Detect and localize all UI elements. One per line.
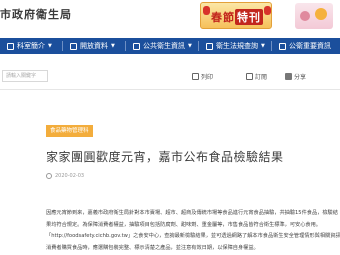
article-body: 因應元宵節到來，嘉義市政府衛生局針對本市賣場、超市、超商及傳統市場等食品進行元宵… <box>46 208 340 255</box>
publish-date: 2020-02-03 <box>46 173 84 179</box>
share-label: 分享 <box>294 74 307 81</box>
share-button[interactable]: 分享 <box>285 72 306 81</box>
toolbar-row: 請輸入關鍵字 列印 訂閱 分享 <box>0 62 340 90</box>
category-badge[interactable]: 食品藥物管理科 <box>46 125 93 137</box>
home-icon <box>7 42 14 50</box>
nav-item-health-regulations[interactable]: 衛生法規查詢 ▼ <box>199 38 271 54</box>
subscribe-button[interactable]: 訂閱 <box>246 72 267 81</box>
print-label: 列印 <box>201 74 214 81</box>
nav-item-label: 開放資料 <box>80 42 108 50</box>
law-icon <box>206 42 213 50</box>
main-navigation: 科室簡介 ▼ 開放資料 ▼ 公共衛生資訊 ▼ 衛生法規查詢 ▼ 公衛重要資訊 <box>0 38 340 54</box>
printer-icon <box>192 73 199 80</box>
site-title[interactable]: 市政府衛生局 <box>0 6 72 22</box>
lantern-icon <box>203 6 210 15</box>
promo-illustration[interactable] <box>295 3 333 29</box>
print-button[interactable]: 列印 <box>192 72 213 81</box>
nav-item-important-info[interactable]: 公衛重要資訊 <box>272 38 338 54</box>
lantern-icon <box>264 6 271 15</box>
share-icon <box>285 73 292 80</box>
nav-item-department[interactable]: 科室簡介 ▼ <box>0 38 62 54</box>
info-icon <box>133 42 140 50</box>
rss-icon <box>246 73 253 80</box>
article-paragraph-line: 消費者購買食品時，應選購包裝完整、標示清楚之產品，並注意有效日期，以保障自身權益… <box>46 244 259 251</box>
chevron-down-icon: ▼ <box>188 43 192 49</box>
festival-banner-word: 春節 <box>211 11 235 24</box>
search-input[interactable]: 請輸入關鍵字 <box>2 70 48 82</box>
article-paragraph-line[interactable]: 「http://foodsafety.cichb.gov.tw」之食安中心，查詢… <box>46 231 340 243</box>
festival-banner-boxed-word: 特刊 <box>235 9 263 25</box>
nav-item-label: 科室簡介 <box>17 42 45 50</box>
article-paragraph-line: 果均符合規定。為保障消費者權益，抽驗項目包括防腐劑、甜味劑、重金屬等，市售食品皆… <box>46 221 321 228</box>
subscribe-label: 訂閱 <box>255 74 268 81</box>
nav-item-public-health[interactable]: 公共衛生資訊 ▼ <box>126 38 198 54</box>
nav-item-open-data[interactable]: 開放資料 ▼ <box>63 38 125 54</box>
chevron-down-icon: ▼ <box>48 43 52 49</box>
chevron-down-icon: ▼ <box>261 43 265 49</box>
clock-icon <box>46 173 52 179</box>
page-title: 家家團圓歡度元宵，嘉市公布食品檢驗結果 <box>46 150 284 164</box>
nav-item-label: 公衛重要資訊 <box>289 42 331 50</box>
nav-item-label: 衛生法規查詢 <box>216 42 258 50</box>
promo-shape-icon <box>315 8 327 20</box>
article-paragraph-line: 因應元宵節到來，嘉義市政府衛生局針對本市賣場、超市、超商及傳統市場等食品進行元宵… <box>46 210 338 216</box>
publish-date-text: 2020-02-03 <box>55 173 85 179</box>
chevron-down-icon: ▼ <box>111 43 115 49</box>
promo-shape-icon <box>300 11 310 21</box>
festival-banner-label: 春節 特刊 <box>211 9 263 25</box>
nav-item-label: 公共衛生資訊 <box>143 42 185 50</box>
site-header: 市政府衛生局 春節 特刊 <box>0 0 340 34</box>
bulletin-icon <box>279 42 286 50</box>
folder-icon <box>70 42 77 50</box>
festival-special-banner[interactable]: 春節 特刊 <box>200 2 272 29</box>
